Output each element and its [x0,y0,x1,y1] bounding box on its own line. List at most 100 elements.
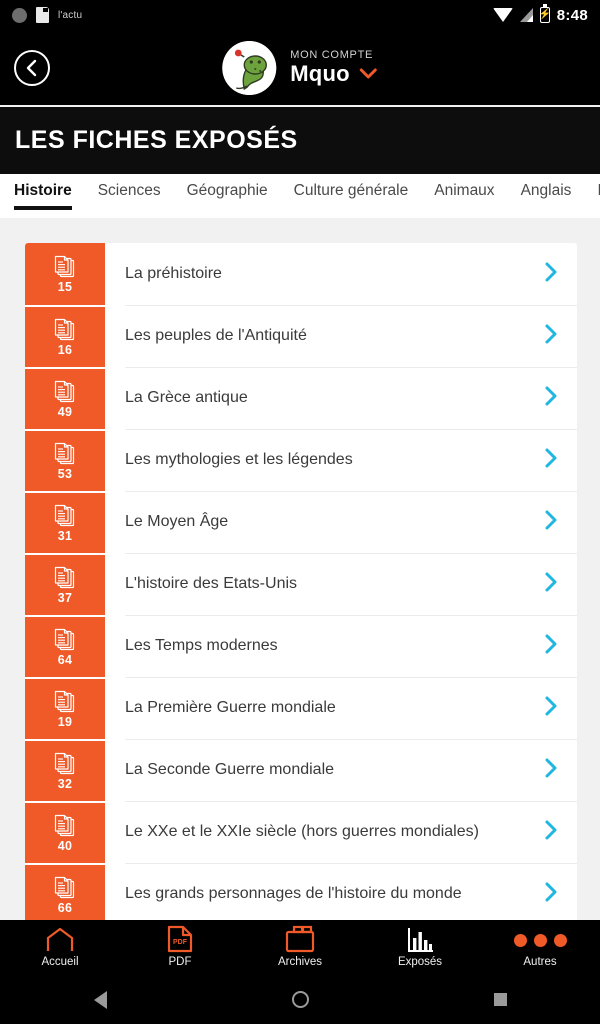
chevron-down-icon[interactable] [360,68,378,79]
fiche-count: 66 [57,900,73,915]
list-item[interactable]: 37 L'histoire des Etats-Unis [25,553,577,615]
tab-culture-g-n-rale[interactable]: Culture générale [294,174,423,218]
status-bar-left: l'actu [12,7,82,23]
document-stack-icon [54,628,75,650]
fiche-count: 37 [57,590,73,605]
chevron-right-icon[interactable] [543,322,559,351]
list-item[interactable]: 31 Le Moyen Âge [25,491,577,553]
fiche-count-tile: 16 [25,305,105,367]
list-item-title: La préhistoire [125,265,222,282]
chevron-right-icon[interactable] [543,632,559,661]
fiche-count: 16 [57,342,73,357]
dinosaur-avatar-icon [222,40,277,95]
list-item[interactable]: 53 Les mythologies et les légendes [25,429,577,491]
chevron-right-icon[interactable] [543,508,559,537]
fiche-count-tile: 40 [25,801,105,863]
circle-notification-icon [12,7,27,23]
nav-item-autres[interactable]: Autres [480,920,600,975]
nav-item-label: Autres [523,956,557,968]
document-stack-icon [54,380,75,402]
document-stack-icon [54,690,75,712]
list-item-title: L'histoire des Etats-Unis [125,575,298,592]
fiche-count-tile: 19 [25,677,105,739]
back-arrow-icon [26,59,37,76]
chevron-right-icon[interactable] [543,818,559,847]
android-recents-icon [493,993,507,1006]
page-title: LES FICHES EXPOSÉS [15,126,298,154]
android-system-nav [0,975,600,1024]
chevron-right-icon[interactable] [543,384,559,413]
document-stack-icon [54,566,75,588]
chevron-right-icon[interactable] [543,570,559,599]
fiche-count: 15 [57,279,73,294]
nav-item-label: Exposés [397,956,443,968]
list-item[interactable]: 66 Les grands personnages de l'histoire d… [25,863,577,923]
tab-label: Animaux [434,182,495,199]
chevron-right-icon[interactable] [543,694,559,723]
list-item-body: Le XXe et le XXIe siècle (hors guerres m… [105,801,577,863]
fiche-count-tile: 32 [25,739,105,801]
category-tabs[interactable]: Histoire Sciences Géographie Culture généra… [0,174,600,218]
bottom-navigation: Accueil PDF PDF Archives Exposés Autres [0,920,600,975]
tab-label: Géographie [186,182,268,199]
list-item-title: Les peuples de l'Antiquité [125,327,307,344]
document-stack-icon [54,318,75,340]
chevron-right-icon[interactable] [543,446,559,475]
tab-anglais[interactable]: Anglais [521,174,586,218]
app-screen: l'actu ⚡ 8:48 MON COMPTE Mquo LES FICHES… [0,0,600,1024]
nav-item-accueil[interactable]: Accueil [0,920,120,975]
back-button[interactable] [14,49,50,86]
notification-text: l'actu [58,9,83,21]
android-back-button[interactable] [0,990,200,1009]
document-stack-icon [54,814,75,836]
list-item[interactable]: 49 La Grèce antique [25,367,577,429]
android-recents-button[interactable] [400,993,600,1006]
nav-item-expos-s[interactable]: Exposés [360,920,480,975]
sd-card-icon [36,7,49,23]
document-stack-icon [54,876,75,898]
tab-histoire[interactable]: Histoire [14,174,86,218]
more-dots-icon [513,927,567,953]
cellular-signal-icon [519,8,533,22]
account-text: MON COMPTE Mquo [290,49,378,87]
android-back-icon [93,990,107,1009]
account-selector[interactable]: MON COMPTE Mquo [222,40,378,95]
document-stack-icon [54,504,75,526]
fiches-list: 15 La préhistoire 16 Les peuples de l'Antiq… [25,243,577,923]
list-item-title: Les mythologies et les légendes [125,451,353,468]
android-home-button[interactable] [200,991,400,1008]
android-home-icon [291,991,309,1008]
fiche-count: 64 [57,652,73,667]
nav-item-label: Archives [277,956,323,968]
list-item[interactable]: 32 La Seconde Guerre mondiale [25,739,577,801]
tab-label: Histoire [14,182,72,199]
status-bar-right: ⚡ 8:48 [492,4,588,24]
nav-item-pdf[interactable]: PDF PDF [120,920,240,975]
list-item-title: Les grands personnages de l'histoire du … [125,885,462,902]
fiche-count-tile: 37 [25,553,105,615]
fiche-count-tile: 31 [25,491,105,553]
fiche-count-tile: 15 [25,243,105,305]
tab-g-ographie[interactable]: Géographie [187,174,282,218]
app-header: MON COMPTE Mquo [0,30,600,105]
list-item[interactable]: 16 Les peuples de l'Antiquité [25,305,577,367]
list-item[interactable]: 19 La Première Guerre mondiale [25,677,577,739]
list-item-body: La préhistoire [105,243,577,305]
list-item[interactable]: 15 La préhistoire [25,243,577,305]
account-name: Mquo [290,60,350,86]
list-item-body: Le Moyen Âge [105,491,577,553]
list-item[interactable]: 64 Les Temps modernes [25,615,577,677]
list-item-body: La Grèce antique [105,367,577,429]
bar-chart-icon [406,927,434,953]
svg-text:PDF: PDF [173,939,188,946]
fiche-count-tile: 49 [25,367,105,429]
nav-item-archives[interactable]: Archives [240,920,360,975]
chevron-right-icon[interactable] [543,260,559,289]
chevron-right-icon[interactable] [543,756,559,785]
chevron-right-icon[interactable] [543,880,559,909]
tab-sciences[interactable]: Sciences [98,174,175,218]
tab-animaux[interactable]: Animaux [434,174,508,218]
fiche-count: 49 [57,404,73,419]
list-item[interactable]: 40 Le XXe et le XXIe siècle (hors guerres… [25,801,577,863]
list-item-title: La Première Guerre mondiale [125,699,336,716]
